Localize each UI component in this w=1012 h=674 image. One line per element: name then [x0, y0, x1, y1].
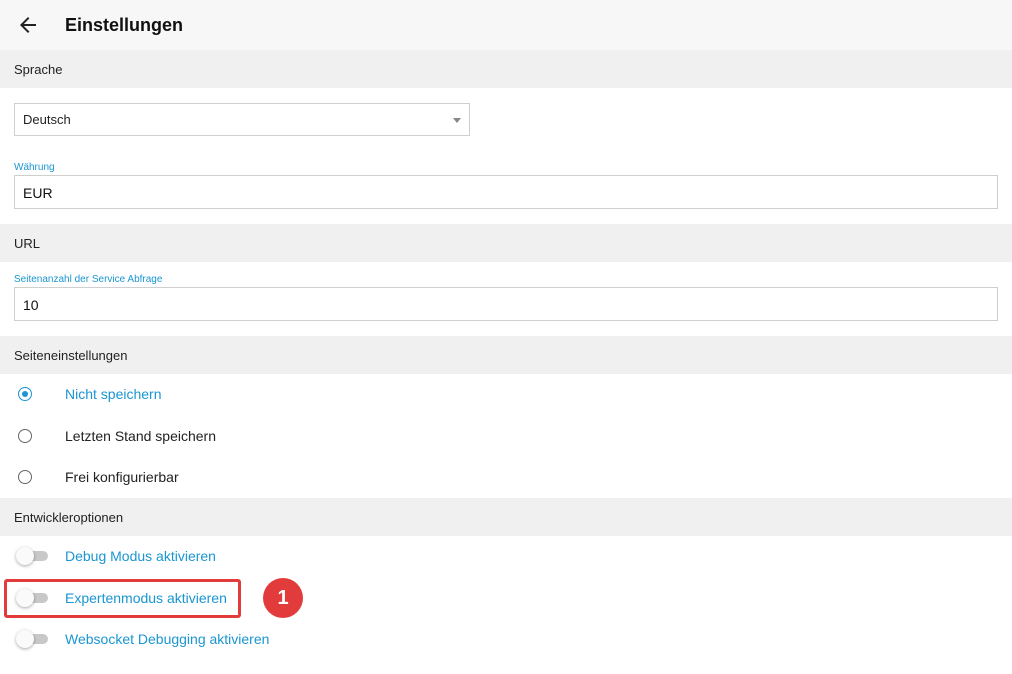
arrow-left-icon [20, 17, 36, 33]
toggle-label: Websocket Debugging aktivieren [65, 631, 270, 647]
websocket-debugging-toggle[interactable] [16, 630, 48, 648]
toggle-thumb [16, 630, 34, 648]
toggle-row-debug-mode[interactable]: Debug Modus aktivieren [0, 536, 1012, 576]
radio-unchecked-icon[interactable] [18, 470, 32, 484]
toggle-row-websocket-debugging[interactable]: Websocket Debugging aktivieren [0, 619, 1012, 659]
language-select[interactable]: Deutsch [14, 103, 470, 136]
section-header-url: URL [0, 224, 1012, 262]
section-title: Entwickleroptionen [14, 510, 124, 525]
service-pages-input[interactable] [23, 295, 983, 315]
radio-label: Frei konfigurierbar [65, 469, 179, 485]
radio-label: Nicht speichern [65, 386, 162, 402]
toggle-row-expert-mode[interactable]: Expertenmodus aktivieren [0, 578, 1012, 618]
section-title: Sprache [14, 62, 63, 77]
currency-input[interactable] [23, 183, 983, 203]
service-pages-field[interactable] [14, 287, 998, 321]
section-header-page-settings: Seiteneinstellungen [0, 336, 1012, 374]
radio-option-save-last-state[interactable]: Letzten Stand speichern [0, 416, 1012, 456]
radio-checked-icon[interactable] [18, 387, 32, 401]
language-select-value: Deutsch [23, 112, 71, 127]
annotation-step-badge: 1 [263, 578, 303, 618]
section-header-language: Sprache [0, 50, 1012, 88]
radio-unchecked-icon[interactable] [18, 429, 32, 443]
top-app-bar: Einstellungen [0, 0, 1012, 50]
service-pages-label: Seitenanzahl der Service Abfrage [14, 274, 163, 285]
dropdown-arrow-icon [453, 118, 461, 123]
expert-mode-toggle[interactable] [16, 589, 48, 607]
currency-field[interactable] [14, 175, 998, 209]
radio-option-no-save[interactable]: Nicht speichern [0, 374, 1012, 414]
currency-label: Währung [14, 162, 55, 173]
section-title: Seiteneinstellungen [14, 348, 128, 363]
back-button[interactable] [16, 13, 40, 37]
toggle-thumb [16, 589, 34, 607]
section-title: URL [14, 236, 41, 251]
toggle-label: Expertenmodus aktivieren [65, 590, 227, 606]
page-title: Einstellungen [65, 15, 184, 35]
toggle-label: Debug Modus aktivieren [65, 548, 216, 564]
section-header-developer: Entwickleroptionen [0, 498, 1012, 536]
radio-option-configurable[interactable]: Frei konfigurierbar [0, 457, 1012, 497]
toggle-thumb [16, 547, 34, 565]
radio-label: Letzten Stand speichern [65, 428, 216, 444]
debug-mode-toggle[interactable] [16, 547, 48, 565]
